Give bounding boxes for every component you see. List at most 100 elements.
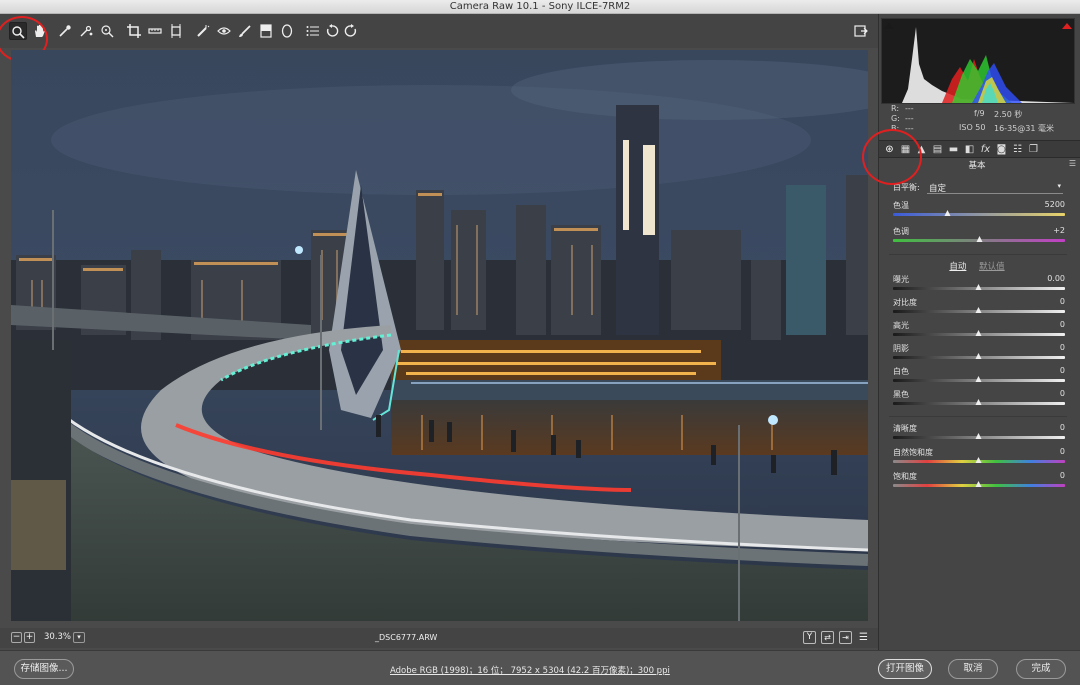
slider-row-10: 饱和度 0 <box>893 471 1065 493</box>
straighten-tool-button[interactable] <box>146 22 164 40</box>
tab-snapshots[interactable]: ❐ <box>1027 143 1040 156</box>
tab-lens[interactable]: ◧ <box>963 143 976 156</box>
slider-thumb[interactable] <box>975 330 982 336</box>
slider-value-field[interactable]: 5200 <box>1025 200 1065 209</box>
targeted-adjustment-tool-button[interactable] <box>98 22 116 40</box>
cancel-button[interactable]: 取消 <box>948 659 998 679</box>
photo-night-city-bridge <box>11 50 868 621</box>
slider-value-field[interactable]: 0 <box>1025 447 1065 456</box>
sliders-icon: ☰ <box>859 632 868 643</box>
rotate-ccw-button[interactable] <box>323 22 341 40</box>
zoom-in-button[interactable]: + <box>24 632 35 643</box>
panel-menu-button[interactable]: ☰ <box>1069 159 1076 168</box>
slider-value-field[interactable]: 0 <box>1025 423 1065 432</box>
slider-thumb[interactable] <box>975 457 982 463</box>
auto-link[interactable]: 自动 <box>949 262 966 272</box>
slider-thumb[interactable] <box>975 399 982 405</box>
preferences-tool-button[interactable] <box>304 22 322 40</box>
fx-icon: fx <box>980 144 991 155</box>
toggle-fullscreen-button[interactable] <box>852 22 870 40</box>
tab-effects[interactable]: fx <box>979 143 992 156</box>
rotate-cw-icon <box>344 24 357 37</box>
split-toning-icon: ▬ <box>948 144 959 155</box>
slider-thumb[interactable] <box>975 284 982 290</box>
tab-tone-curve[interactable]: ▦ <box>899 143 912 156</box>
slider-value-field[interactable]: 0 <box>1025 297 1065 306</box>
tool-bar <box>0 14 878 48</box>
slider-label: 清晰度 <box>893 424 917 433</box>
tab-basic[interactable]: ⊛ <box>883 143 896 156</box>
lens-value: 16-35@31 毫米 <box>994 124 1054 133</box>
tab-presets[interactable]: ☷ <box>1011 143 1024 156</box>
red-eye-tool-button[interactable] <box>215 22 233 40</box>
before-after-y-button[interactable]: Y <box>803 631 816 644</box>
dialog-footer: 存储图像... Adobe RGB (1998)；16 位； 7952 x 53… <box>0 650 1080 685</box>
open-image-button[interactable]: 打开图像 <box>878 659 932 679</box>
white-balance-value: 自定 <box>929 184 947 194</box>
slider-track[interactable] <box>893 213 1065 216</box>
radial-filter-icon <box>281 24 293 38</box>
workflow-options-link[interactable]: Adobe RGB (1998)；16 位； 7952 x 5304 (42.2… <box>390 664 670 676</box>
slider-value-field[interactable]: 0 <box>1025 366 1065 375</box>
slider-thumb[interactable] <box>975 376 982 382</box>
slider-label: 高光 <box>893 321 909 330</box>
zoom-out-button[interactable]: − <box>11 632 22 643</box>
white-balance-tool-button[interactable] <box>56 22 74 40</box>
save-image-button[interactable]: 存储图像... <box>14 659 74 679</box>
zoom-icon <box>12 26 25 39</box>
image-preview[interactable] <box>11 50 868 621</box>
slider-thumb[interactable] <box>975 433 982 439</box>
tone-curve-icon: ▦ <box>900 144 911 155</box>
copy-settings-button[interactable]: ⇥ <box>839 631 852 644</box>
tab-hsl[interactable]: ▤ <box>931 143 944 156</box>
adjustment-brush-icon <box>239 25 251 37</box>
transform-tool-button[interactable] <box>167 22 185 40</box>
slider-value-field[interactable]: 0 <box>1025 471 1065 480</box>
g-label: G: <box>891 114 900 123</box>
slider-thumb[interactable] <box>944 210 951 216</box>
slider-thumb[interactable] <box>975 307 982 313</box>
zoom-dropdown[interactable]: ▾ <box>73 632 85 643</box>
rotate-cw-button[interactable] <box>342 22 360 40</box>
hand-tool-button[interactable] <box>30 22 48 40</box>
eyedropper-icon <box>59 25 71 37</box>
slider-value-field[interactable]: +2 <box>1025 226 1065 235</box>
slider-value-field[interactable]: 0 <box>1025 320 1065 329</box>
toggle-settings-button[interactable]: ☰ <box>857 631 870 644</box>
zoom-tool-button[interactable] <box>9 22 27 40</box>
slider-row-4: 高光 0 <box>893 320 1065 342</box>
adjustment-brush-tool-button[interactable] <box>236 22 254 40</box>
hand-icon <box>35 24 45 37</box>
radial-filter-tool-button[interactable] <box>278 22 296 40</box>
graduated-filter-tool-button[interactable] <box>257 22 275 40</box>
slider-row-6: 白色 0 <box>893 366 1065 388</box>
slider-thumb[interactable] <box>976 236 983 242</box>
chevron-down-icon: ▾ <box>1057 182 1061 190</box>
iso-value: ISO 50 <box>959 123 986 132</box>
white-balance-select[interactable]: 自定 ▾ <box>927 182 1063 194</box>
snapshots-icon: ❐ <box>1029 144 1038 155</box>
tab-detail[interactable]: ▲ <box>915 143 928 156</box>
slider-value-field[interactable]: 0 <box>1025 343 1065 352</box>
slider-row-5: 阴影 0 <box>893 343 1065 365</box>
color-sampler-icon <box>80 25 93 37</box>
done-button[interactable]: 完成 <box>1016 659 1066 679</box>
color-sampler-tool-button[interactable] <box>77 22 95 40</box>
adjustment-panel: R: --- G: --- B: --- f/9 2.50 秒 ISO 50 1… <box>878 14 1080 650</box>
tab-calibration[interactable]: ◙ <box>995 143 1008 156</box>
spot-removal-tool-button[interactable] <box>194 22 212 40</box>
slider-thumb[interactable] <box>975 481 982 487</box>
slider-label: 自然饱和度 <box>893 448 933 457</box>
camera-raw-window: Camera Raw 10.1 - Sony ILCE-7RM2 − + 30.… <box>0 0 1080 685</box>
crop-tool-button[interactable] <box>125 22 143 40</box>
slider-thumb[interactable] <box>975 353 982 359</box>
slider-value-field[interactable]: 0 <box>1025 389 1065 398</box>
slider-value-field[interactable]: 0.00 <box>1025 274 1065 283</box>
default-link[interactable]: 默认值 <box>979 262 1005 272</box>
white-balance-label: 白平衡: <box>893 183 920 192</box>
plus-icon: + <box>25 632 34 642</box>
red-eye-icon <box>217 27 231 35</box>
slider-row-0: 色温 5200 <box>893 200 1065 222</box>
tab-split-toning[interactable]: ▬ <box>947 143 960 156</box>
before-after-swap-button[interactable]: ⇄ <box>821 631 834 644</box>
